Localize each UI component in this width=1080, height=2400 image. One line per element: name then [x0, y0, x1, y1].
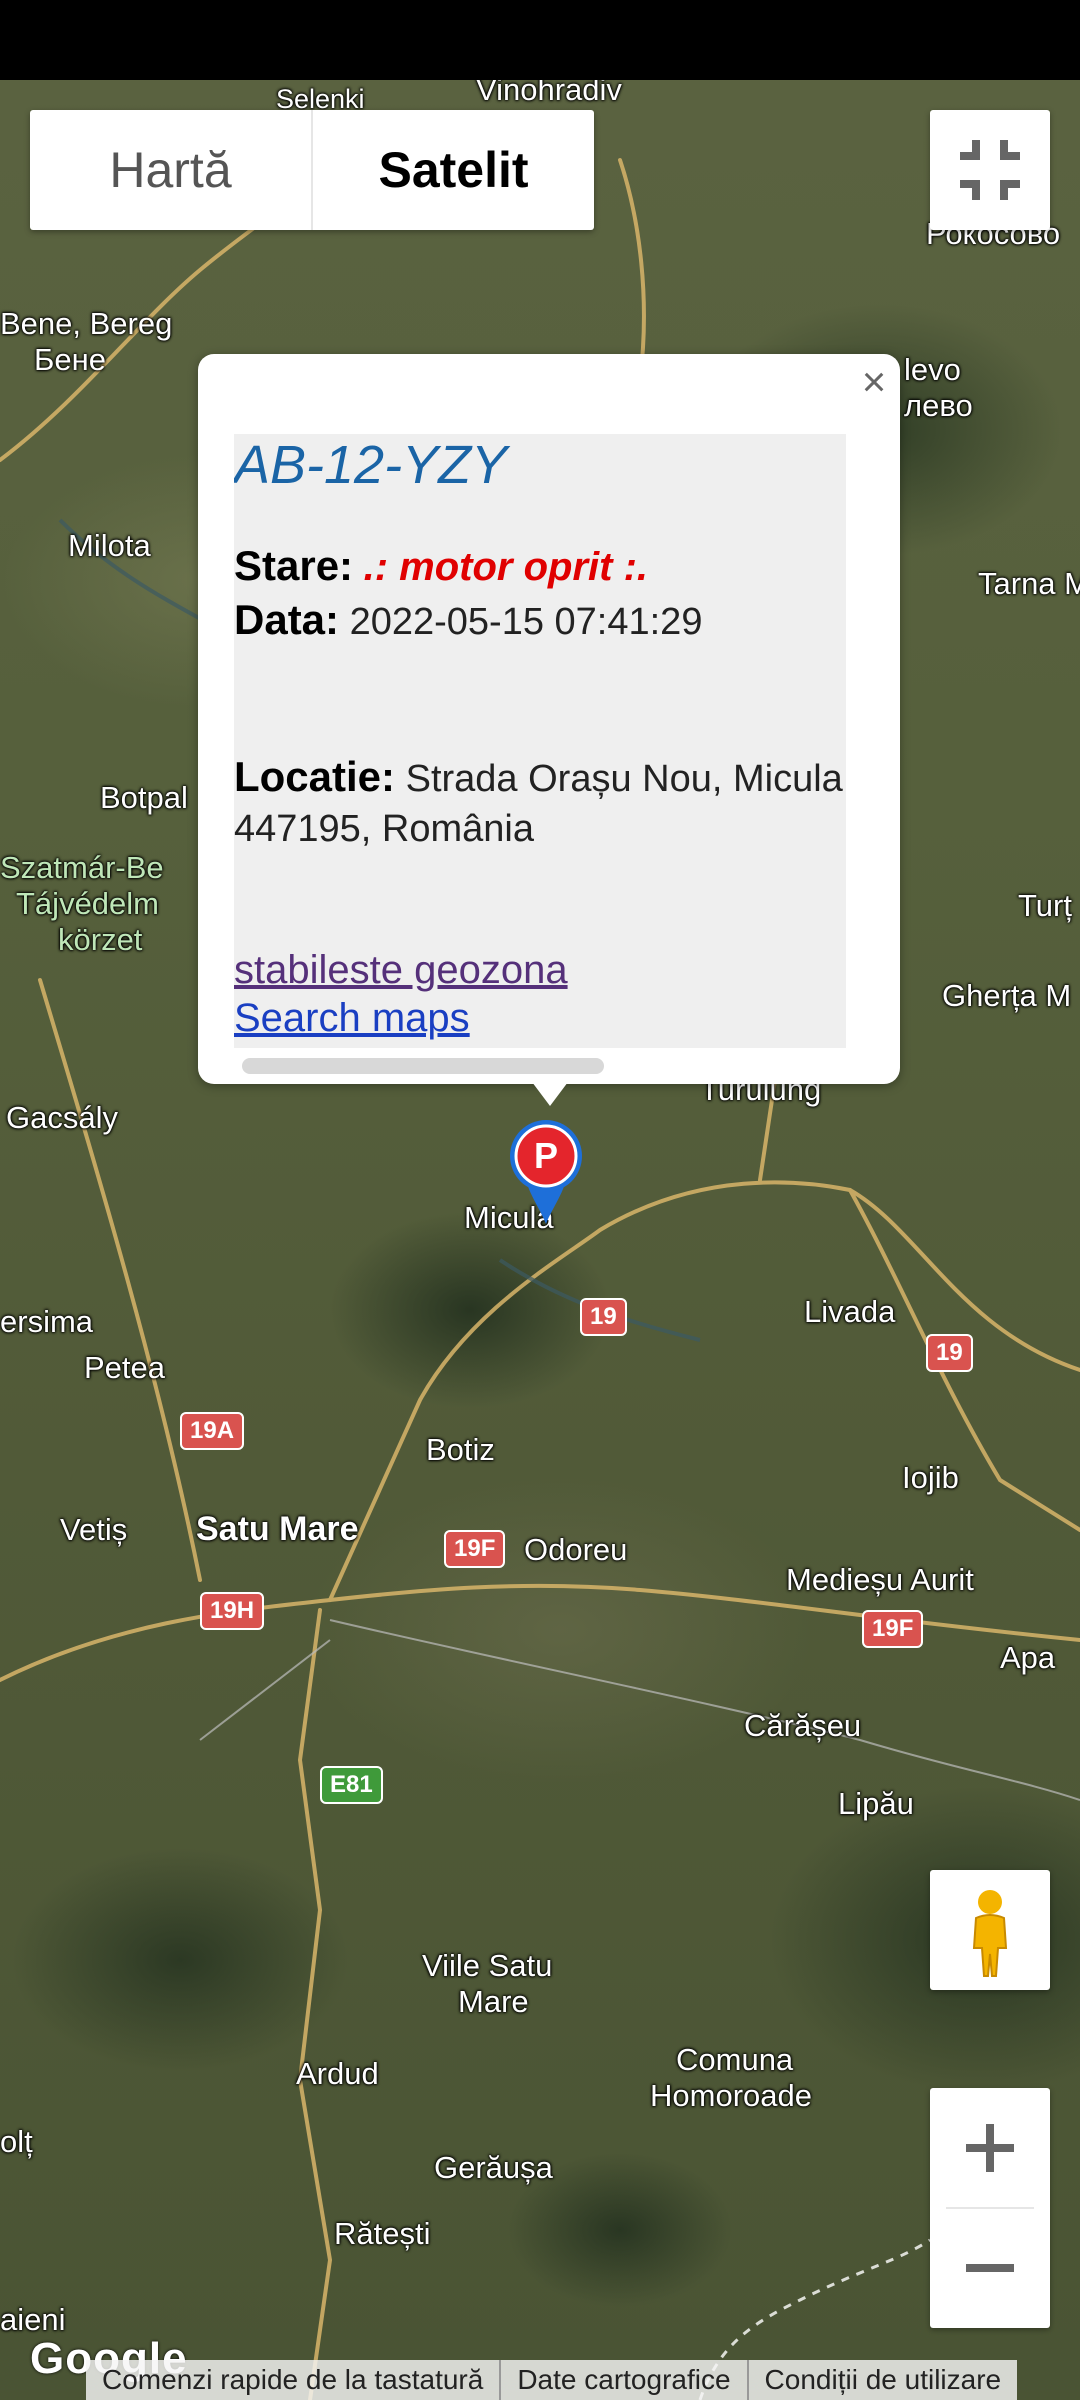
date-value: 2022-05-15 07:41:29: [349, 601, 703, 643]
exit-fullscreen-button[interactable]: [930, 110, 1050, 230]
zoom-divider: [946, 2207, 1034, 2209]
place-label: Szatmár-Be: [0, 850, 164, 885]
place-label: Rătești: [334, 2216, 431, 2251]
place-label: Cărășeu: [744, 1708, 862, 1743]
place-label: Бене: [34, 342, 106, 377]
location-row: Locatie: Strada Orașu Nou, Micula 447195…: [234, 752, 846, 854]
map-attribution-bar: Comenzi rapide de la tastatură Date cart…: [86, 2360, 1018, 2400]
place-label: Mare: [458, 1984, 529, 2019]
place-label: Bene, Bereg: [0, 306, 173, 341]
place-label: Turț: [1018, 888, 1072, 923]
road-shield: 19F: [862, 1610, 924, 1648]
place-label: Livada: [804, 1294, 896, 1329]
place-label: Gacsály: [6, 1100, 118, 1135]
map-type-control: Hartă Satelit: [30, 110, 594, 230]
plus-icon: [966, 2124, 1014, 2172]
place-label: Gerăușa: [434, 2150, 553, 2185]
map-data-link[interactable]: Date cartografice: [499, 2360, 746, 2400]
place-label: Odoreu: [524, 1532, 628, 1567]
place-label: aieni: [0, 2302, 66, 2337]
marker-letter: P: [534, 1135, 558, 1176]
place-label: Medieșu Aurit: [786, 1562, 974, 1597]
keyboard-shortcuts-link[interactable]: Comenzi rapide de la tastatură: [86, 2360, 499, 2400]
map-type-map-button[interactable]: Hartă: [30, 110, 311, 230]
road-shield: E81: [320, 1766, 383, 1804]
place-label: Iojib: [902, 1460, 959, 1495]
date-label: Data:: [234, 596, 340, 643]
place-label: лево: [904, 388, 973, 423]
place-label: Viile Satu: [422, 1948, 553, 1983]
road-shield: 19: [926, 1334, 973, 1372]
set-geofence-link[interactable]: stabileste geozona: [234, 948, 568, 993]
close-icon[interactable]: ×: [852, 358, 896, 405]
search-maps-link[interactable]: Search maps: [234, 996, 470, 1041]
road-shield: 19: [580, 1298, 627, 1336]
map-type-satellite-button[interactable]: Satelit: [311, 110, 594, 230]
place-label: Vetiș: [60, 1512, 128, 1547]
status-row: Stare: .: motor oprit :.: [234, 542, 648, 590]
exit-fullscreen-icon: [960, 140, 1020, 200]
zoom-control: [930, 2088, 1050, 2328]
place-label: Tarna Ma: [978, 566, 1080, 601]
status-bar: [0, 0, 1080, 80]
zoom-out-button[interactable]: [930, 2208, 1050, 2328]
status-label: Stare:: [234, 542, 354, 589]
horizontal-scrollbar[interactable]: [242, 1058, 604, 1074]
road-shield: 19A: [180, 1412, 245, 1450]
place-label: Vinohradiv: [476, 80, 622, 107]
parking-marker-icon[interactable]: P: [508, 1118, 584, 1226]
vehicle-plate: AB-12-YZY: [234, 435, 508, 495]
place-label: Ardud: [296, 2056, 379, 2091]
place-label: Satu Mare: [196, 1510, 359, 1548]
place-label: olț: [0, 2124, 33, 2159]
street-view-pegman-button[interactable]: [930, 1870, 1050, 1990]
location-label: Locatie:: [234, 753, 396, 800]
minus-icon: [966, 2264, 1014, 2272]
place-label: Petea: [84, 1350, 166, 1385]
place-label: Botiz: [426, 1432, 495, 1467]
status-value: .: motor oprit :.: [363, 545, 649, 589]
road-shield: 19H: [200, 1592, 265, 1630]
place-label: ersima: [0, 1304, 94, 1339]
place-label: Lipău: [838, 1786, 914, 1821]
road-shield: 19F: [444, 1530, 506, 1568]
place-label: Comuna: [676, 2042, 794, 2077]
place-label: levo: [904, 352, 961, 387]
place-label: Apa: [1000, 1640, 1056, 1675]
date-row: Data: 2022-05-15 07:41:29: [234, 596, 702, 644]
info-window-content: AB-12-YZY Stare: .: motor oprit :. Data:…: [234, 434, 846, 1048]
place-label: Tájvédelm: [16, 886, 159, 921]
zoom-in-button[interactable]: [930, 2088, 1050, 2208]
place-label: Gherța M: [942, 978, 1072, 1013]
place-label: Botpal: [100, 780, 188, 815]
terms-of-use-link[interactable]: Condiții de utilizare: [746, 2360, 1018, 2400]
place-label: Milota: [68, 528, 151, 563]
place-label: körzet: [58, 922, 143, 957]
place-label: Homoroade: [650, 2078, 812, 2113]
pegman-icon: [972, 1890, 1008, 1977]
